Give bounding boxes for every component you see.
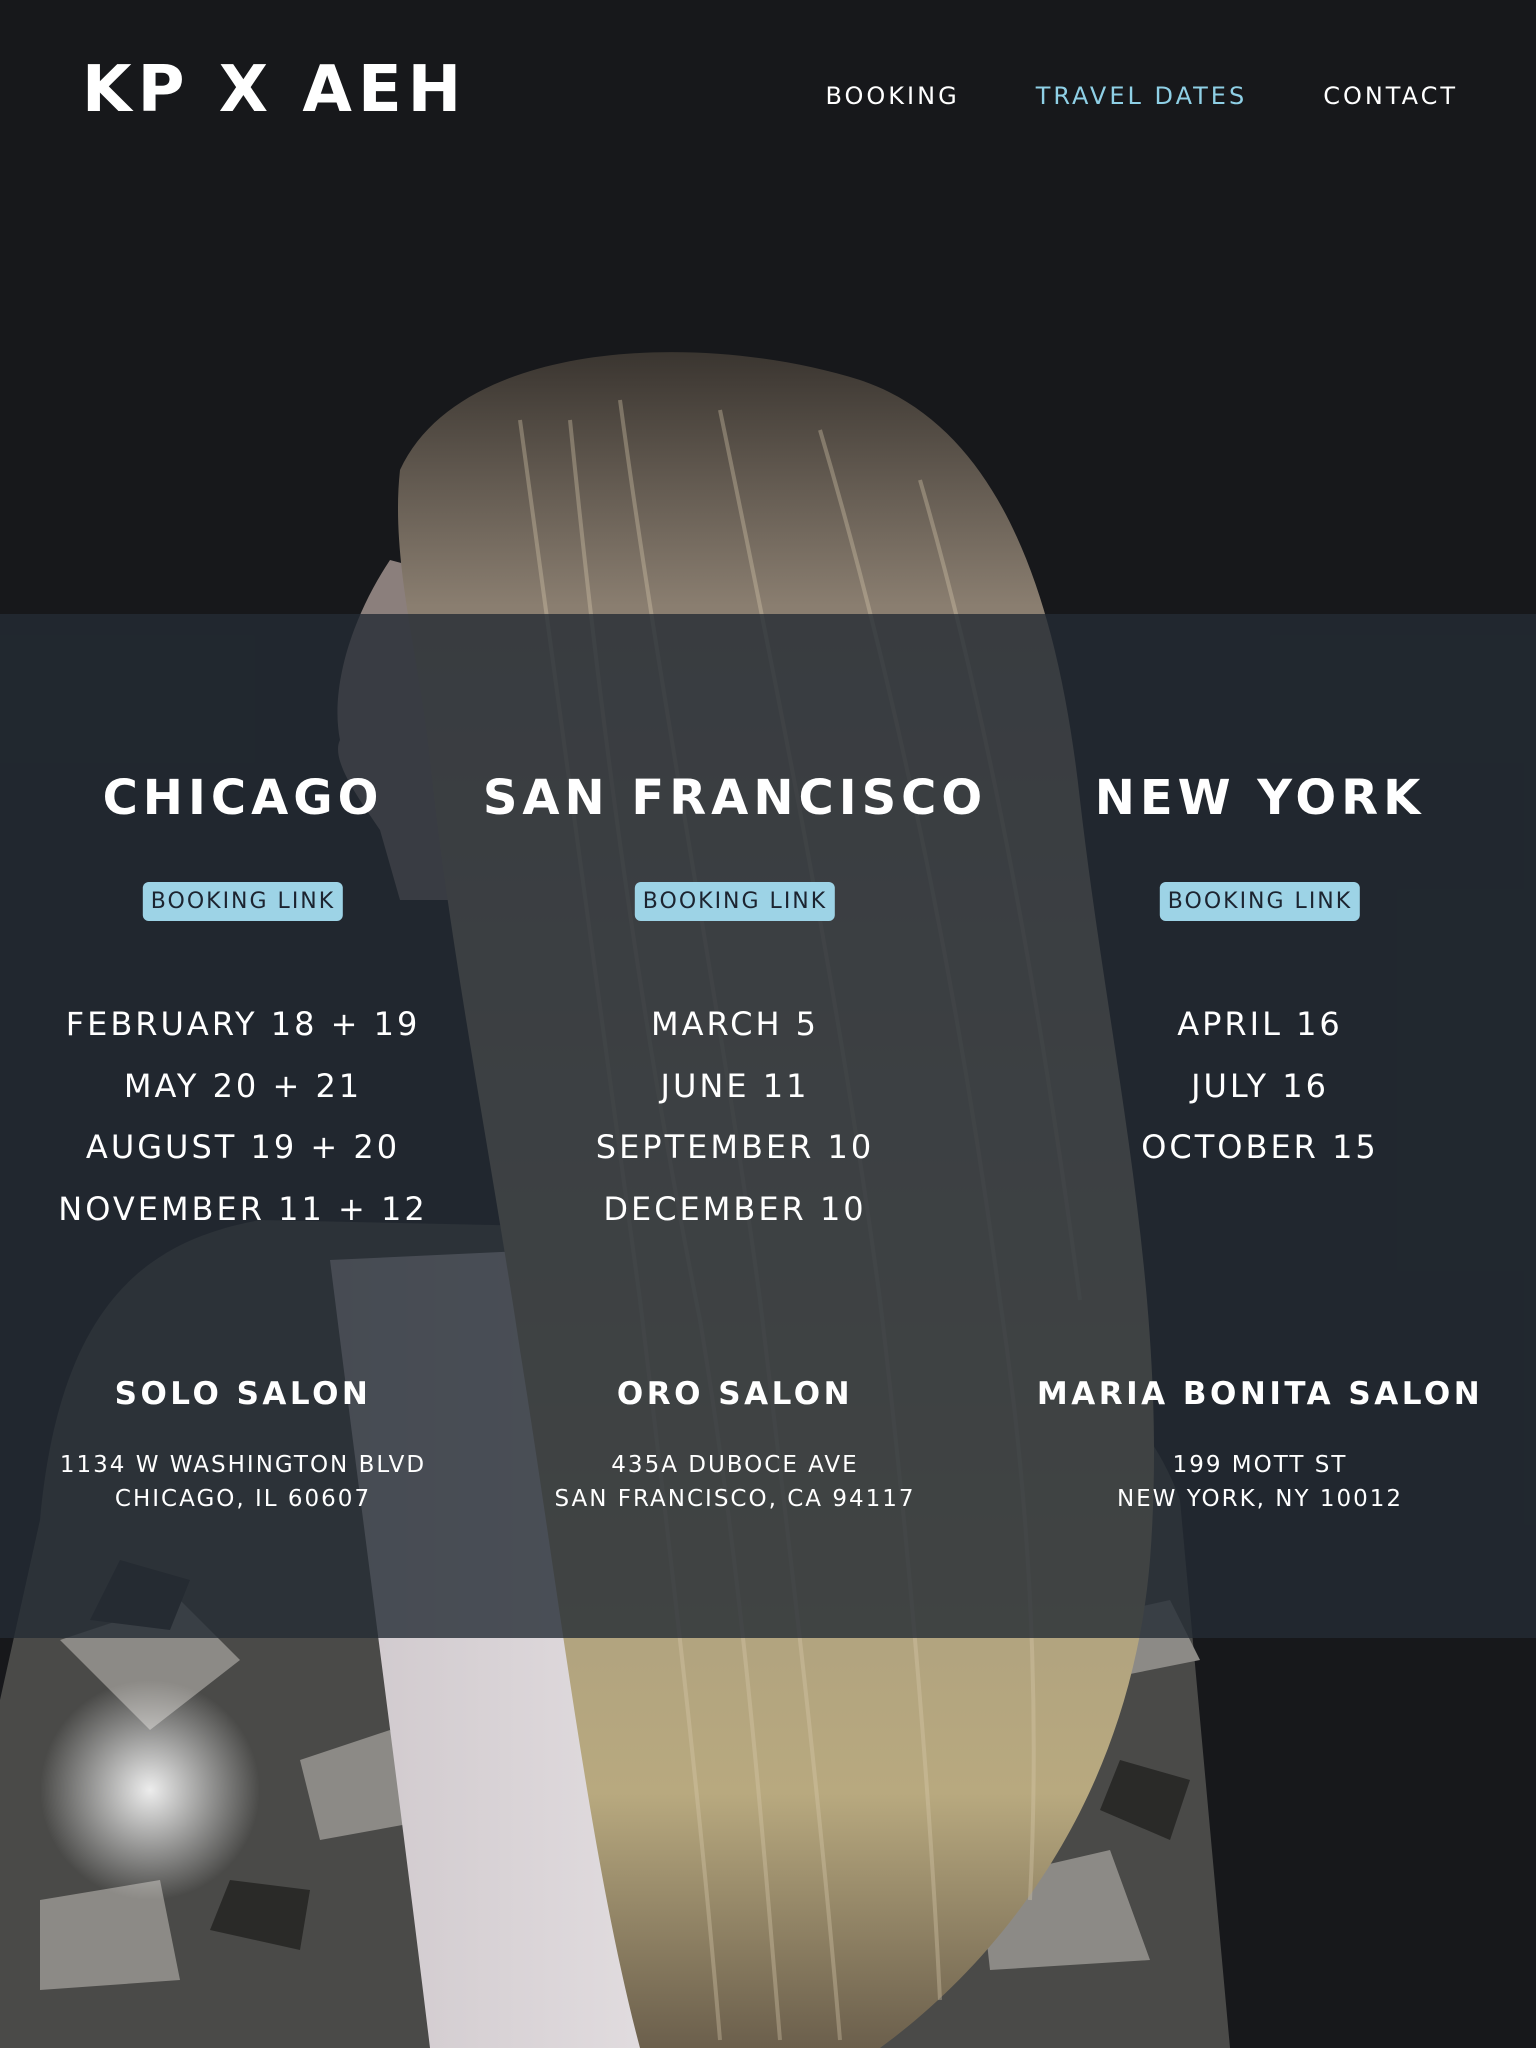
main-nav: BOOKING TRAVEL DATES CONTACT [825, 84, 1458, 108]
booking-link-button[interactable]: BOOKING LINK [142, 882, 344, 921]
booking-link-button[interactable]: BOOKING LINK [1159, 882, 1361, 921]
address-line-1: 1134 W WASHINGTON BLVD [59, 1452, 427, 1478]
date-item: JULY 16 [1191, 1066, 1329, 1105]
address-line-1: 199 MOTT ST [1172, 1452, 1348, 1478]
date-item: FEBRUARY 18 + 19 [65, 1005, 421, 1043]
date-item: MARCH 5 [650, 1005, 820, 1043]
salon-name: ORO SALON [616, 1376, 854, 1412]
nav-booking[interactable]: BOOKING [825, 84, 959, 108]
address-line-2: SAN FRANCISCO, CA 94117 [554, 1486, 916, 1512]
date-list: APRIL 16 JULY 16 OCTOBER 15 [1000, 1008, 1520, 1193]
city-name: NEW YORK [1094, 770, 1426, 826]
salon-name: SOLO SALON [114, 1376, 372, 1412]
city-name: SAN FRANCISCO [482, 770, 988, 826]
date-item: JUNE 11 [660, 1066, 810, 1105]
travel-dates-panel: CHICAGO BOOKING LINK FEBRUARY 18 + 19 MA… [0, 614, 1536, 1638]
date-item: AUGUST 19 + 20 [85, 1128, 401, 1166]
salon-address: 199 MOTT ST NEW YORK, NY 10012 [1000, 1448, 1520, 1516]
salon-address: 435A DUBOCE AVE SAN FRANCISCO, CA 94117 [475, 1448, 995, 1516]
address-line-1: 435A DUBOCE AVE [611, 1452, 859, 1478]
booking-link-button[interactable]: BOOKING LINK [634, 882, 836, 921]
page: KP X AEH BOOKING TRAVEL DATES CONTACT CH… [0, 0, 1536, 2048]
date-item: SEPTEMBER 10 [595, 1128, 875, 1166]
date-item: MAY 20 + 21 [123, 1066, 363, 1105]
date-list: FEBRUARY 18 + 19 MAY 20 + 21 AUGUST 19 +… [0, 1008, 503, 1254]
city-name: CHICAGO [102, 770, 384, 826]
date-item: NOVEMBER 11 + 12 [58, 1189, 428, 1228]
nav-travel-dates[interactable]: TRAVEL DATES [1036, 84, 1248, 108]
site-header: KP X AEH BOOKING TRAVEL DATES CONTACT [0, 0, 1536, 200]
address-line-2: NEW YORK, NY 10012 [1116, 1486, 1404, 1512]
site-logo[interactable]: KP X AEH [82, 58, 467, 122]
date-item: DECEMBER 10 [603, 1189, 867, 1228]
salon-name: MARIA BONITA SALON [1036, 1376, 1484, 1412]
date-item: APRIL 16 [1177, 1005, 1343, 1043]
date-list: MARCH 5 JUNE 11 SEPTEMBER 10 DECEMBER 10 [475, 1008, 995, 1254]
address-line-2: CHICAGO, IL 60607 [114, 1486, 372, 1512]
nav-contact[interactable]: CONTACT [1323, 84, 1458, 108]
salon-address: 1134 W WASHINGTON BLVD CHICAGO, IL 60607 [0, 1448, 503, 1516]
date-item: OCTOBER 15 [1141, 1128, 1379, 1166]
